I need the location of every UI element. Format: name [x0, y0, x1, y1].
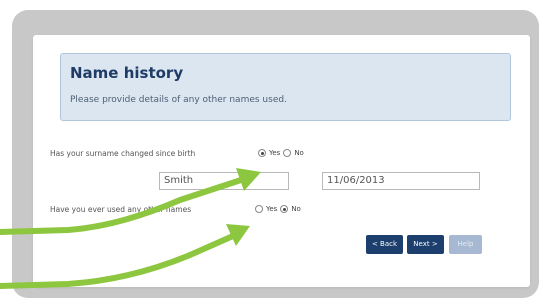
annotation-arrows [0, 168, 261, 289]
arrow-annotation-icon [0, 168, 261, 235]
